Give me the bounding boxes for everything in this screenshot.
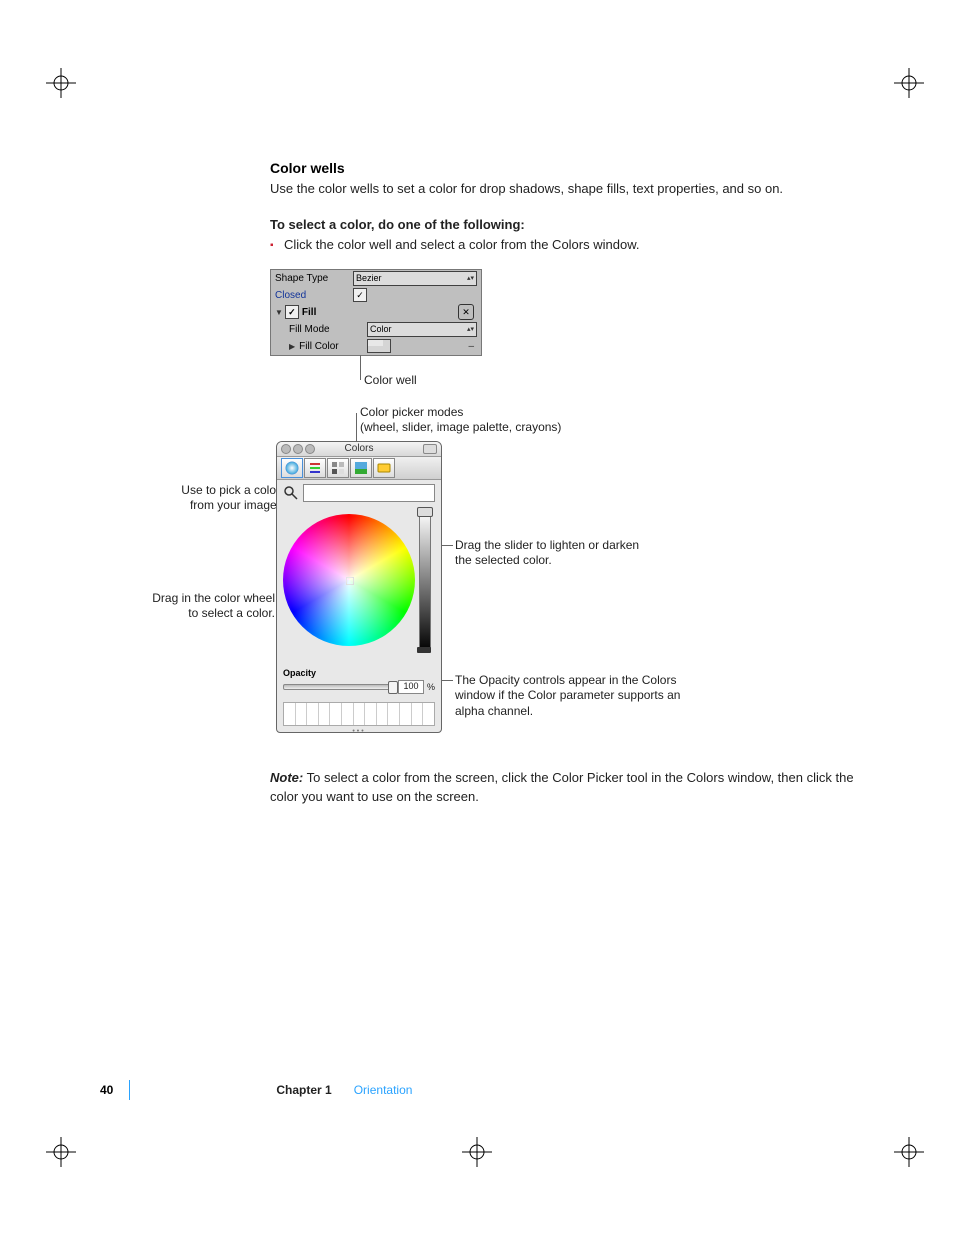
dropdown-arrows-icon: ▴▾ bbox=[467, 326, 474, 333]
window-title: Colors bbox=[277, 443, 441, 454]
page-footer: 40 Chapter 1 Orientation bbox=[100, 1080, 412, 1100]
color-sliders-mode-button[interactable] bbox=[304, 458, 326, 478]
color-well[interactable] bbox=[367, 339, 391, 353]
callout-opacity: The Opacity controls appear in the Color… bbox=[455, 673, 715, 720]
window-titlebar[interactable]: Colors bbox=[277, 442, 441, 457]
bullet-item: Click the color well and select a color … bbox=[270, 236, 870, 255]
crop-mark-tl bbox=[46, 68, 76, 98]
magnifier-tool-icon[interactable] bbox=[283, 485, 299, 501]
saved-swatches[interactable] bbox=[283, 702, 435, 726]
shape-type-dropdown[interactable]: Bezier ▴▾ bbox=[353, 271, 477, 286]
crayons-mode-button[interactable] bbox=[373, 458, 395, 478]
closed-checkbox[interactable]: ✓ bbox=[353, 288, 367, 302]
color-wheel[interactable] bbox=[283, 514, 415, 646]
callout-line: The Opacity controls appear in the Color… bbox=[455, 673, 715, 689]
note-paragraph: Note: To select a color from the screen,… bbox=[270, 769, 870, 807]
callout-leader bbox=[360, 355, 361, 380]
note-body: To select a color from the screen, click… bbox=[270, 770, 854, 804]
page-number: 40 bbox=[100, 1083, 113, 1097]
dash-icon: – bbox=[468, 341, 474, 352]
disclosure-triangle-icon[interactable]: ▶ bbox=[289, 342, 295, 351]
callout-line: window if the Color parameter supports a… bbox=[455, 688, 715, 704]
callout-wheel: Drag in the color wheel to select a colo… bbox=[135, 591, 275, 622]
callout-line: Drag in the color wheel bbox=[135, 591, 275, 607]
label-closed: Closed bbox=[271, 290, 353, 301]
section-heading: Color wells bbox=[270, 160, 870, 176]
disclosure-triangle-icon[interactable]: ▼ bbox=[275, 308, 283, 317]
crop-mark-tr bbox=[894, 68, 924, 98]
brightness-slider[interactable] bbox=[419, 510, 431, 652]
crop-mark-bl bbox=[46, 1137, 76, 1167]
footer-divider bbox=[129, 1080, 130, 1100]
callout-line: the selected color. bbox=[455, 553, 685, 569]
intro-text: Use the color wells to set a color for d… bbox=[270, 180, 870, 199]
callout-slider: Drag the slider to lighten or darken the… bbox=[455, 538, 685, 569]
callout-line: (wheel, slider, image palette, crayons) bbox=[360, 420, 561, 436]
callout-line: from your image. bbox=[160, 498, 280, 514]
toolbar-toggle-icon[interactable] bbox=[423, 444, 437, 454]
brightness-slider-thumb[interactable] bbox=[417, 507, 433, 517]
chapter-label: Chapter 1 bbox=[276, 1083, 331, 1097]
color-picker-mode-toolbar bbox=[277, 457, 441, 480]
current-color-swatch[interactable] bbox=[303, 484, 435, 502]
label-shape-type: Shape Type bbox=[271, 273, 353, 284]
callout-color-well: Color well bbox=[364, 373, 417, 389]
crop-mark-br bbox=[894, 1137, 924, 1167]
label-fill-color: Fill Color bbox=[299, 341, 338, 352]
dropdown-arrows-icon: ▴▾ bbox=[467, 275, 474, 282]
callout-line: to select a color. bbox=[135, 606, 275, 622]
callout-line: Drag the slider to lighten or darken bbox=[455, 538, 685, 554]
inspector-panel: Shape Type Bezier ▴▾ Closed ✓ ▼ ✓ bbox=[270, 269, 482, 356]
opacity-slider[interactable] bbox=[283, 684, 395, 690]
chapter-title: Orientation bbox=[354, 1083, 413, 1097]
color-palettes-mode-button[interactable] bbox=[327, 458, 349, 478]
shape-type-value: Bezier bbox=[356, 273, 382, 283]
callout-line: Use to pick a color bbox=[160, 483, 280, 499]
callout-modes: Color picker modes (wheel, slider, image… bbox=[360, 405, 561, 436]
opacity-value-field[interactable]: 100 bbox=[398, 680, 424, 694]
fill-mode-value: Color bbox=[370, 324, 392, 334]
colors-window: Colors bbox=[276, 441, 442, 733]
crop-mark-bc bbox=[462, 1137, 492, 1167]
callout-magnifier: Use to pick a color from your image. bbox=[160, 483, 280, 514]
callout-line: alpha channel. bbox=[455, 704, 715, 720]
callout-line: Color picker modes bbox=[360, 405, 561, 421]
opacity-label: Opacity bbox=[283, 668, 435, 678]
resize-gripper-icon[interactable]: ••• bbox=[277, 728, 441, 733]
subhead: To select a color, do one of the followi… bbox=[270, 217, 870, 232]
brightness-slider-indicator bbox=[417, 647, 431, 653]
fill-mode-dropdown[interactable]: Color ▴▾ bbox=[367, 322, 477, 337]
fill-checkbox[interactable]: ✓ bbox=[285, 305, 299, 319]
color-wheel-mode-button[interactable] bbox=[281, 458, 303, 478]
opacity-slider-thumb[interactable] bbox=[388, 681, 398, 694]
image-palettes-mode-button[interactable] bbox=[350, 458, 372, 478]
note-label: Note: bbox=[270, 770, 303, 785]
opacity-percent-label: % bbox=[427, 682, 435, 692]
label-fill: Fill bbox=[302, 307, 316, 318]
color-wheel-cursor[interactable] bbox=[346, 577, 354, 585]
reset-button[interactable]: ✕ bbox=[458, 304, 474, 320]
label-fill-mode: Fill Mode bbox=[271, 324, 367, 335]
